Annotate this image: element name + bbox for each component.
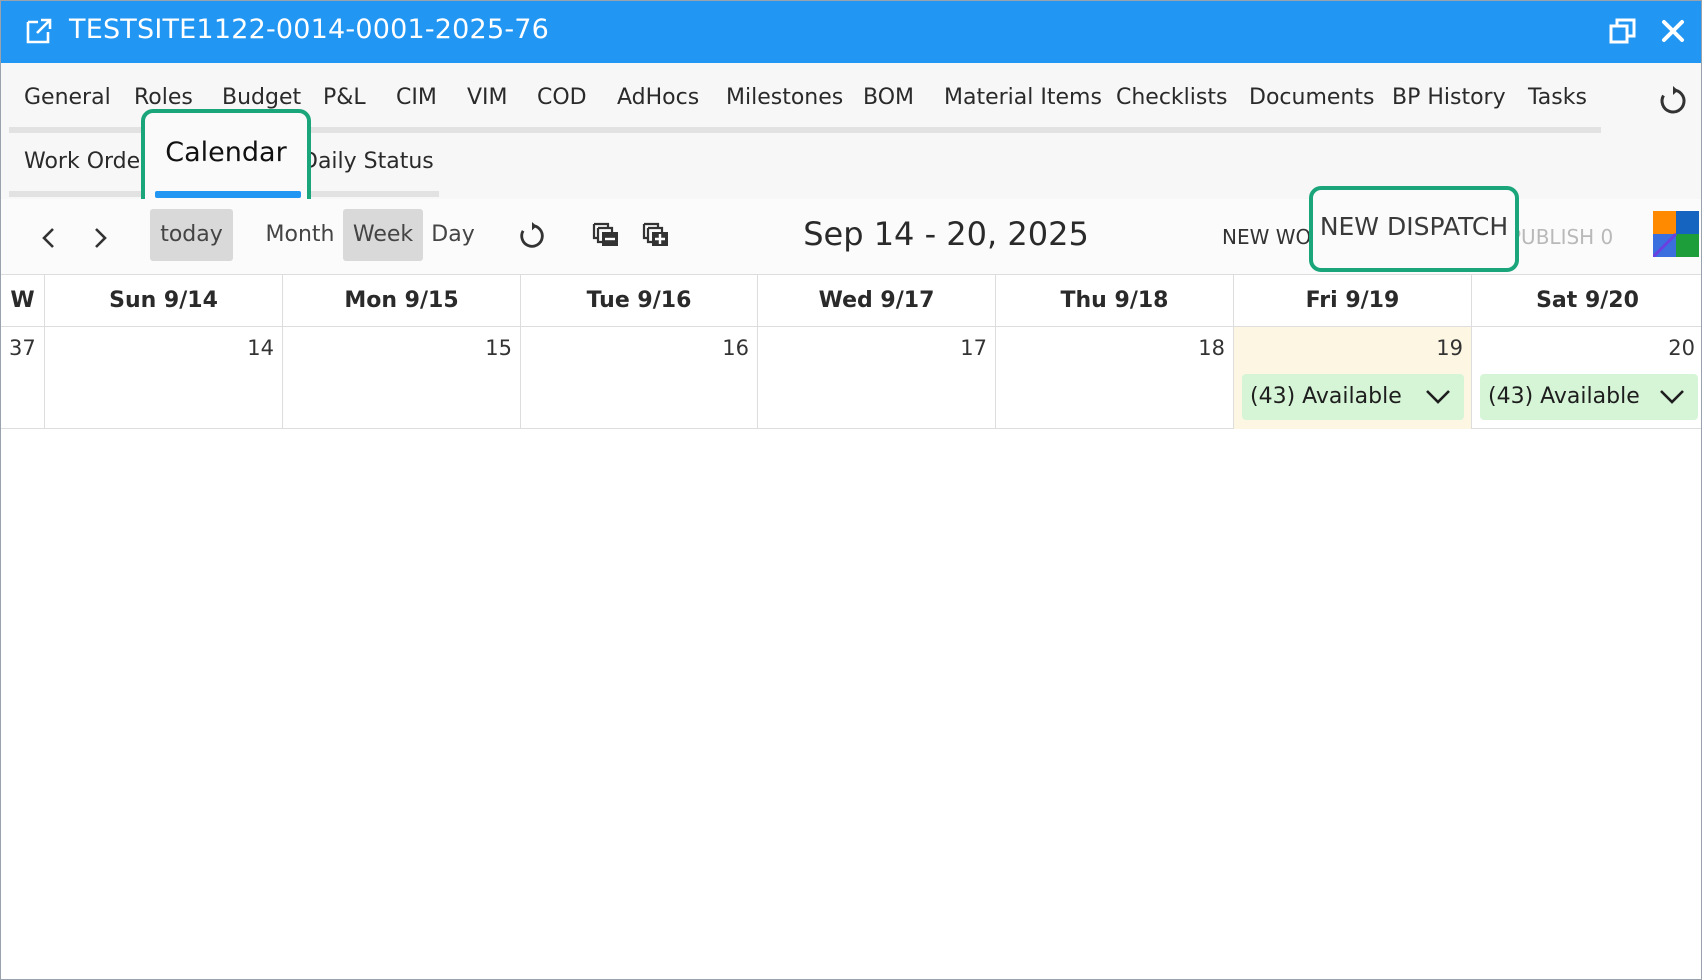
- close-icon[interactable]: [1657, 15, 1689, 47]
- chevron-right-icon[interactable]: [90, 225, 110, 251]
- day-cell[interactable]: 16: [521, 327, 758, 429]
- tab-calendar-label: Calendar: [165, 137, 287, 168]
- collapse-all-icon[interactable]: [591, 221, 621, 251]
- tab-cod[interactable]: COD: [537, 85, 587, 110]
- day-number: 17: [960, 336, 987, 360]
- calendar-header-row: W Sun 9/14 Mon 9/15 Tue 9/16 Wed 9/17 Th…: [1, 275, 1701, 327]
- tab-work-order[interactable]: Work Order: [24, 149, 149, 174]
- chevron-down-icon: [1426, 390, 1450, 404]
- tab-material-items[interactable]: Material Items: [944, 85, 1102, 110]
- color-legend-icon[interactable]: [1653, 211, 1699, 257]
- tab-vim[interactable]: VIM: [467, 85, 508, 110]
- chevron-left-icon[interactable]: [39, 225, 59, 251]
- day-number: 14: [247, 336, 274, 360]
- day-number: 15: [485, 336, 512, 360]
- week-view-button[interactable]: Week: [343, 209, 423, 261]
- day-cell-today[interactable]: 19 (43) Available: [1234, 327, 1472, 429]
- availability-label: (43) Available: [1250, 384, 1402, 409]
- window-title: TESTSITE1122-0014-0001-2025-76: [69, 14, 550, 45]
- day-view-button[interactable]: Day: [425, 209, 481, 261]
- new-dispatch-button[interactable]: NEW DISPATCH: [1309, 186, 1519, 272]
- week-number: 37: [9, 336, 36, 360]
- day-cell[interactable]: 18: [996, 327, 1234, 429]
- availability-dropdown[interactable]: (43) Available: [1242, 374, 1464, 420]
- tab-daily-status[interactable]: Daily Status: [301, 149, 434, 174]
- active-tab-indicator: [155, 191, 301, 198]
- day-cell[interactable]: 14: [45, 327, 283, 429]
- day-number: 19: [1436, 336, 1463, 360]
- month-view-button[interactable]: Month: [260, 209, 340, 261]
- tab-documents[interactable]: Documents: [1249, 85, 1374, 110]
- week-column-header: W: [1, 275, 45, 327]
- tab-checklists[interactable]: Checklists: [1116, 85, 1227, 110]
- day-header: Thu 9/18: [996, 275, 1234, 327]
- day-number: 20: [1668, 336, 1695, 360]
- tab-bp-history[interactable]: BP History: [1392, 85, 1506, 110]
- day-header: Mon 9/15: [283, 275, 521, 327]
- day-number: 18: [1198, 336, 1225, 360]
- tab-roles[interactable]: Roles: [134, 85, 193, 110]
- day-cell[interactable]: 15: [283, 327, 521, 429]
- tab-pnl[interactable]: P&L: [323, 85, 366, 110]
- title-bar: TESTSITE1122-0014-0001-2025-76: [1, 1, 1701, 63]
- chevron-down-icon: [1660, 390, 1684, 404]
- today-button[interactable]: today: [150, 209, 233, 261]
- tab-general[interactable]: General: [24, 85, 111, 110]
- day-cell[interactable]: 17: [758, 327, 996, 429]
- day-header: Tue 9/16: [521, 275, 758, 327]
- date-range-title: Sep 14 - 20, 2025: [803, 215, 1089, 253]
- tab-calendar[interactable]: Calendar: [141, 109, 311, 213]
- dispatch-window: TESTSITE1122-0014-0001-2025-76 General R…: [0, 0, 1702, 980]
- restore-icon[interactable]: [1607, 15, 1639, 47]
- tab-cim[interactable]: CIM: [396, 85, 437, 110]
- availability-label: (43) Available: [1488, 384, 1640, 409]
- publish-button[interactable]: PUBLISH 0: [1509, 225, 1613, 249]
- day-header: Fri 9/19: [1234, 275, 1472, 327]
- day-number: 16: [722, 336, 749, 360]
- open-external-icon[interactable]: [23, 15, 55, 47]
- new-wo-button[interactable]: NEW WO: [1222, 225, 1311, 249]
- tab-tasks[interactable]: Tasks: [1528, 85, 1587, 110]
- tab-budget[interactable]: Budget: [222, 85, 301, 110]
- calendar-week-row: 37 14 15 16 17 18 19 (43) Available 20 (…: [1, 327, 1701, 429]
- week-number-cell: 37: [1, 327, 45, 429]
- day-header: Wed 9/17: [758, 275, 996, 327]
- day-header: Sat 9/20: [1536, 288, 1639, 313]
- refresh-icon[interactable]: [517, 221, 547, 251]
- new-dispatch-label: NEW DISPATCH: [1319, 212, 1509, 241]
- day-cell[interactable]: 20 (43) Available: [1472, 327, 1701, 429]
- availability-dropdown[interactable]: (43) Available: [1480, 374, 1698, 420]
- tab-bom[interactable]: BOM: [863, 85, 914, 110]
- day-header: Sun 9/14: [45, 275, 283, 327]
- expand-all-icon[interactable]: [641, 221, 671, 251]
- refresh-icon[interactable]: [1657, 85, 1689, 117]
- tab-milestones[interactable]: Milestones: [726, 85, 843, 110]
- tab-adhocs[interactable]: AdHocs: [617, 85, 699, 110]
